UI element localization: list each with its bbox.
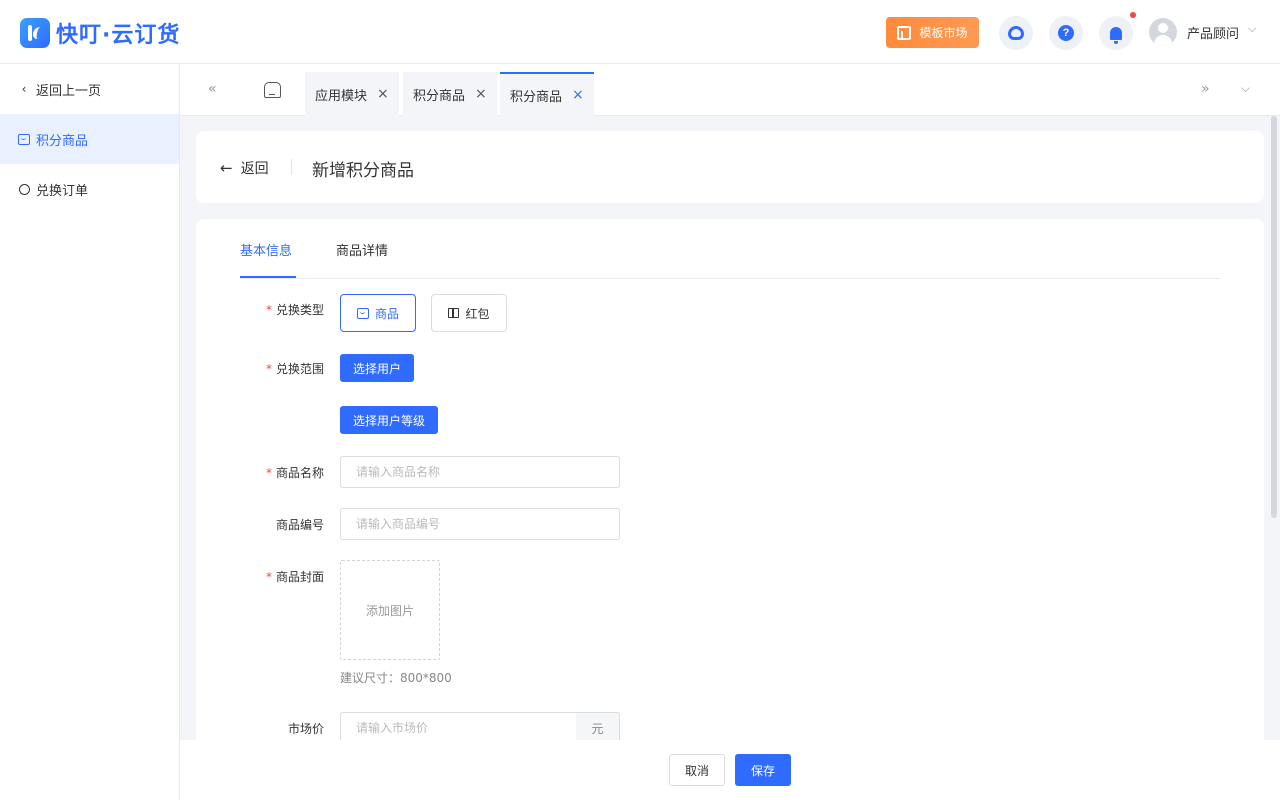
tab-app-modules[interactable]: 应用模块 × [305,72,399,116]
form-card: 基本信息 商品详情 * 兑换类型 商品 红包 * 兑换范围 选择用户 选择用户等级 … [196,219,1264,759]
tab-bar: « 应用模块 × 积分商品 × 积分商品 × » ⌵ [180,64,1280,116]
sidebar-item-label: 积分商品 [36,133,89,149]
close-icon[interactable]: × [572,87,584,103]
divider [291,159,292,175]
form-tabs: 基本信息 商品详情 [240,219,1220,279]
brand-name: 快叮·云订货 [56,23,181,48]
market-price-label: 市场价 [287,722,324,736]
avatar[interactable] [1149,18,1177,46]
back-button[interactable]: ← 返回 [220,158,269,178]
goods-code-input[interactable] [340,508,620,540]
tab-label: 积分商品 [413,88,466,104]
goods-code-label: 商品编号 [275,518,324,532]
tab-label: 应用模块 [315,88,368,104]
select-users-button[interactable]: 选择用户 [340,354,414,382]
gift-icon [448,308,460,318]
add-image-upload[interactable]: 添加图片 [340,560,440,660]
select-user-levels-button[interactable]: 选择用户等级 [340,406,438,434]
option-label: 商品 [374,306,399,321]
chevron-down-icon[interactable]: ⌵ [1248,22,1256,36]
home-icon[interactable] [264,82,281,98]
arrow-left-icon: ← [220,159,233,177]
sidebar-back-button[interactable]: ‹ 返回上一页 [0,64,179,114]
tab-scroll-left-icon[interactable]: « [208,81,217,97]
save-button[interactable]: 保存 [735,754,791,786]
box-icon [18,133,30,145]
cancel-button[interactable]: 取消 [669,754,725,786]
exchange-type-goods-option[interactable]: 商品 [340,294,416,332]
template-market-button[interactable]: 模板市场 [886,17,979,48]
customer-service-button[interactable] [999,16,1033,50]
close-icon[interactable]: × [377,86,389,102]
chevron-left-icon: ‹ [21,82,27,96]
tab-menu-chevron-icon[interactable]: ⌵ [1241,81,1250,96]
notification-badge [1130,12,1136,18]
tab-goods-detail[interactable]: 商品详情 [336,240,388,259]
exchange-type-red-packet-option[interactable]: 红包 [431,294,507,332]
active-tab-indicator [240,276,296,278]
user-name[interactable]: 产品顾问 [1187,23,1239,42]
goods-cover-label: * 商品封面 [265,570,324,584]
option-label: 红包 [465,306,490,321]
goods-name-input[interactable] [340,456,620,488]
goods-name-label: * 商品名称 [265,466,324,480]
brand-logo[interactable]: 快叮·云订货 [20,17,180,49]
page-title: 新增积分商品 [312,161,414,181]
tab-points-goods-active[interactable]: 积分商品 × [500,72,594,116]
scrollbar[interactable] [1271,116,1277,740]
bell-icon [1110,26,1122,44]
help-button[interactable]: ? [1049,16,1083,50]
help-icon: ? [1058,25,1074,41]
cover-size-hint: 建议尺寸：800*800 [340,671,452,685]
box-icon [356,307,369,319]
exchange-scope-label: * 兑换范围 [265,362,324,376]
sidebar-item-exchange-orders[interactable]: 兑换订单 [0,164,179,214]
scrollbar-thumb[interactable] [1271,116,1277,518]
form-footer: 取消 保存 [180,740,1280,800]
sidebar: ‹ 返回上一页 积分商品 兑换订单 [0,64,180,800]
sidebar-item-points-goods[interactable]: 积分商品 [0,114,179,164]
tab-label: 积分商品 [510,89,563,105]
headset-icon [18,183,30,195]
exchange-type-label: * 兑换类型 [265,303,324,317]
sidebar-back-label: 返回上一页 [36,83,102,99]
template-market-label: 模板市场 [919,26,968,40]
template-icon [897,25,912,40]
tab-basic-info[interactable]: 基本信息 [240,240,292,259]
customer-service-icon [1008,26,1024,40]
back-label: 返回 [240,161,269,177]
page-header: ← 返回 新增积分商品 [196,131,1264,203]
close-icon[interactable]: × [475,86,487,102]
tab-points-goods[interactable]: 积分商品 × [403,72,497,116]
tab-scroll-right-icon[interactable]: » [1201,81,1210,97]
sidebar-item-label: 兑换订单 [36,183,89,199]
top-header: 快叮·云订货 模板市场 ? 产品顾问 ⌵ [0,0,1280,64]
notification-button[interactable] [1099,16,1133,50]
logo-icon [20,18,50,48]
